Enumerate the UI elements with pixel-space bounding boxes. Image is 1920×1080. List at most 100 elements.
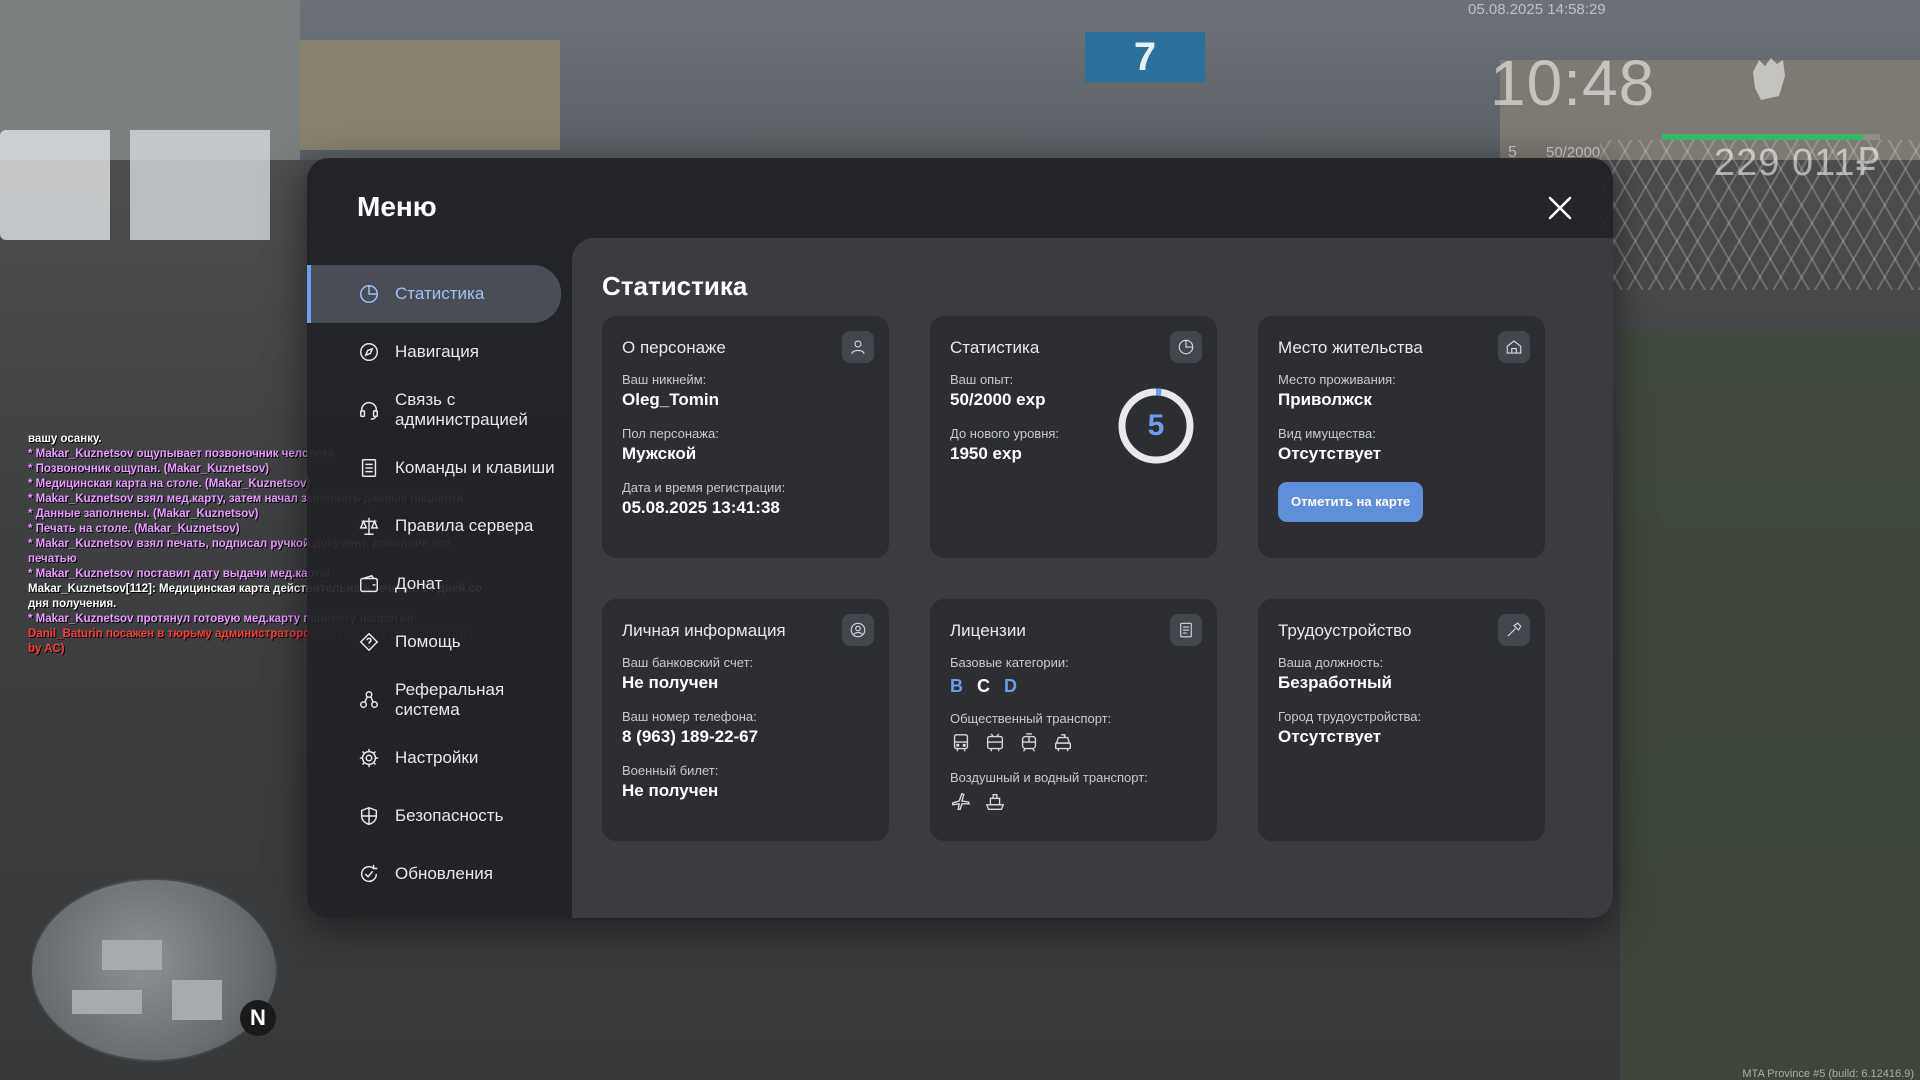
phone-value: 8 (963) 189-22-67 xyxy=(622,727,759,746)
card-residence: Место жительства Место проживания: Приво… xyxy=(1258,316,1545,558)
parked-ambulances xyxy=(0,130,330,240)
gear-icon xyxy=(357,746,381,770)
headset-icon xyxy=(357,398,381,422)
card-title: Место жительства xyxy=(1278,338,1423,357)
minimap xyxy=(30,878,278,1062)
bank-label: Ваш банковский счет: xyxy=(622,655,754,670)
card-stats: Статистика Ваш опыт: 50/2000 exp До ново… xyxy=(930,316,1217,558)
nick-value: Oleg_Tomin xyxy=(622,390,719,409)
sidebar-item-security[interactable]: Безопасность xyxy=(307,787,561,845)
job-city-value: Отсутствует xyxy=(1278,727,1382,746)
mark-on-map-button[interactable]: Отметить на карте xyxy=(1278,482,1424,522)
gender-value: Мужской xyxy=(622,444,697,463)
build-info: MTA Province #5 (build: 6.12416.9) xyxy=(1742,1068,1914,1080)
position-value: Безработный xyxy=(1278,673,1392,692)
hud-datetime: 05.08.2025 14:58:29 xyxy=(1468,1,1606,18)
license-category: D xyxy=(1004,676,1017,696)
sidebar-item-label: Статистика xyxy=(395,284,485,303)
military-value: Не получен xyxy=(622,781,719,800)
air-water-transport-label: Воздушный и водный транспорт: xyxy=(950,770,1148,785)
taxi-icon xyxy=(1054,734,1072,752)
card-personal: Личная информация Ваш банковский счет: Н… xyxy=(602,599,889,841)
shield-icon xyxy=(357,804,381,828)
airplane-icon xyxy=(952,792,971,811)
license-category: B xyxy=(950,676,963,696)
property-value: Отсутствует xyxy=(1278,444,1382,463)
sidebar-item-label: Связь с администрацией xyxy=(395,390,528,429)
sidebar-item-settings[interactable]: Настройки xyxy=(307,729,561,787)
compass-icon xyxy=(357,340,381,364)
card-licenses: Лицензии Базовые категории: BCD Обществе… xyxy=(930,599,1217,841)
registration-label: Дата и время регистрации: xyxy=(622,480,786,495)
sidebar-item-commands[interactable]: Команды и клавиши xyxy=(307,439,561,497)
registration-value: 05.08.2025 13:41:38 xyxy=(622,498,780,517)
card-title: Лицензии xyxy=(950,621,1026,640)
sidebar-item-admin-contact[interactable]: Связь с администрацией xyxy=(307,381,561,439)
public-transport-icons xyxy=(950,732,1197,754)
position-label: Ваша должность: xyxy=(1278,655,1384,670)
map-block xyxy=(172,980,222,1020)
document-icon xyxy=(1170,614,1202,646)
sidebar-item-donate[interactable]: Донат xyxy=(307,555,561,613)
card-character: О персонаже Ваш никнейм: Oleg_Tomin Пол … xyxy=(602,316,889,558)
map-block xyxy=(72,990,142,1014)
card-title: О персонаже xyxy=(622,338,726,357)
close-button[interactable] xyxy=(1544,192,1576,224)
pie-chart-icon xyxy=(1170,331,1202,363)
user-icon xyxy=(842,331,874,363)
compass-north: N xyxy=(240,1000,276,1036)
property-label: Вид имущества: xyxy=(1278,426,1376,441)
bus-icon xyxy=(953,734,969,752)
nick-label: Ваш никнейм: xyxy=(622,372,707,387)
phone-label: Ваш номер телефона: xyxy=(622,709,757,724)
place-label: Место проживания: xyxy=(1278,372,1396,387)
place-value: Приволжск xyxy=(1278,390,1372,409)
sidebar-item-updates[interactable]: Обновления xyxy=(307,845,561,903)
military-label: Военный билет: xyxy=(622,763,719,778)
refresh-icon xyxy=(357,862,381,886)
help-icon xyxy=(357,630,381,654)
billboard: 7 xyxy=(1085,32,1205,82)
hammer-icon xyxy=(1498,614,1530,646)
boat-icon xyxy=(985,793,1005,811)
sidebar-item-statistics[interactable]: Статистика xyxy=(307,265,561,323)
menu-title: Меню xyxy=(357,191,437,222)
level-number: 5 xyxy=(1147,409,1165,442)
pie-chart-icon xyxy=(357,282,381,306)
gender-label: Пол персонажа: xyxy=(622,426,719,441)
level-ring: 5 xyxy=(1116,386,1196,466)
sidebar-item-label: Безопасность xyxy=(395,806,504,825)
user-circle-icon xyxy=(842,614,874,646)
public-transport-label: Общественный транспорт: xyxy=(950,711,1112,726)
sidebar-item-help[interactable]: Помощь xyxy=(307,613,561,671)
wallet-icon xyxy=(357,572,381,596)
sidebar-item-label: Правила сервера xyxy=(395,516,534,535)
building xyxy=(300,40,560,150)
grass xyxy=(1620,330,1920,1080)
list-icon xyxy=(357,456,381,480)
referral-icon xyxy=(357,688,381,712)
sidebar-item-label: Команды и клавиши xyxy=(395,458,555,477)
tram-icon xyxy=(1021,733,1037,752)
card-job: Трудоустройство Ваша должность: Безработ… xyxy=(1258,599,1545,841)
main-menu: Меню Статистика Навигация Связь с админист… xyxy=(307,158,1613,918)
sidebar-item-label: Реферальная система xyxy=(395,680,505,719)
hud-clock: 10:48 xyxy=(1490,47,1656,119)
job-city-label: Город трудоустройства: xyxy=(1278,709,1422,724)
license-category: C xyxy=(977,676,990,696)
sidebar-item-label: Обновления xyxy=(395,864,493,883)
sidebar-item-referral[interactable]: Реферальная система xyxy=(307,671,561,729)
card-title: Трудоустройство xyxy=(1278,621,1412,640)
sidebar-item-label: Настройки xyxy=(395,748,479,767)
license-categories: BCD xyxy=(950,676,1197,697)
scales-icon xyxy=(357,514,381,538)
card-title: Личная информация xyxy=(622,621,786,640)
sidebar-item-label: Донат xyxy=(395,574,443,593)
content-title: Статистика xyxy=(602,271,748,301)
sidebar-item-rules[interactable]: Правила сервера xyxy=(307,497,561,555)
air-water-transport-icons xyxy=(950,791,1197,813)
sidebar-item-navigation[interactable]: Навигация xyxy=(307,323,561,381)
fist-icon xyxy=(1745,52,1791,108)
bank-value: Не получен xyxy=(622,673,719,692)
hud-money: 229 011₽ xyxy=(1714,142,1881,184)
